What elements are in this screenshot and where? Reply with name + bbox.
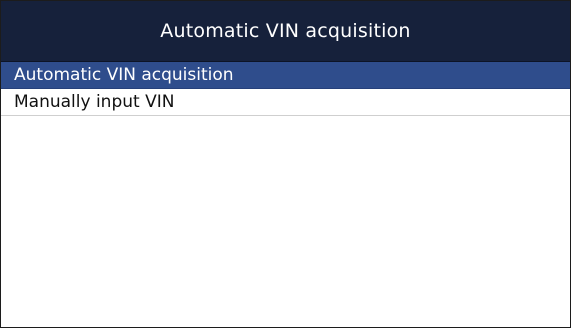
vin-screen: Automatic VIN acquisition Automatic VIN … [0, 0, 571, 328]
menu-item-label: Manually input VIN [14, 92, 175, 112]
menu-item-label: Automatic VIN acquisition [14, 65, 234, 85]
menu-item-automatic-vin[interactable]: Automatic VIN acquisition [1, 62, 570, 89]
title-bar: Automatic VIN acquisition [1, 1, 570, 62]
screen-title: Automatic VIN acquisition [160, 20, 411, 42]
menu-list: Automatic VIN acquisition Manually input… [1, 62, 570, 116]
menu-item-manual-vin[interactable]: Manually input VIN [1, 89, 570, 116]
